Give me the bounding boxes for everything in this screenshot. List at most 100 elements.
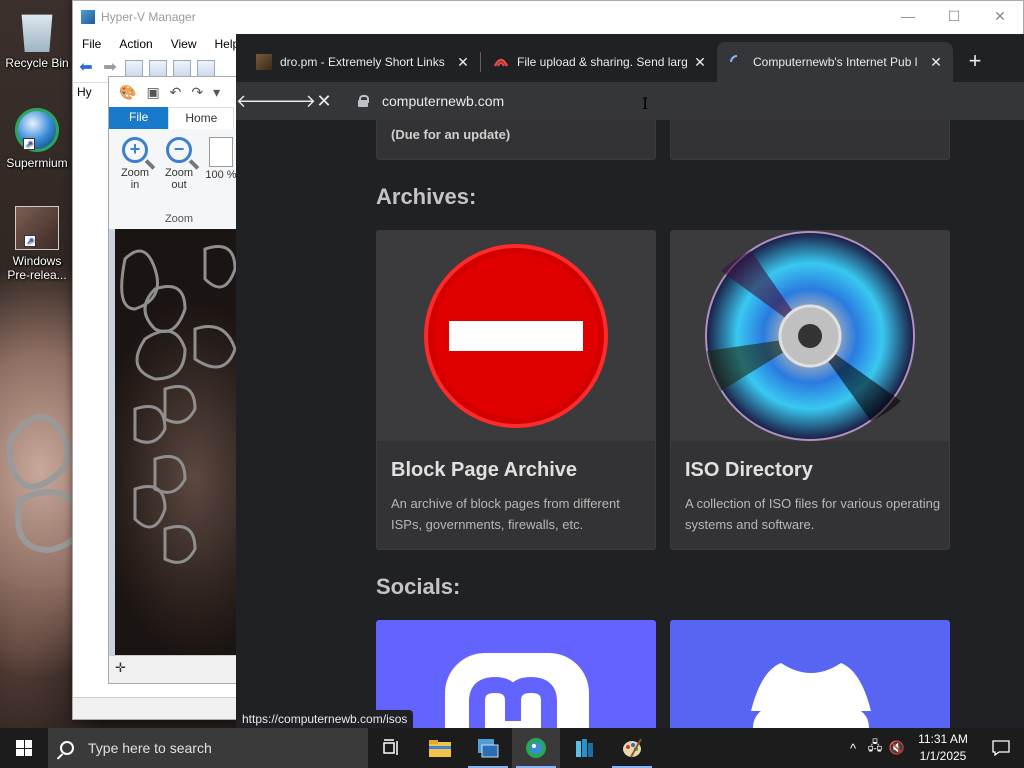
- upload-favicon: [493, 54, 509, 70]
- window-controls: — ☐ ✕: [885, 1, 1023, 31]
- new-tab-button[interactable]: +: [961, 48, 989, 76]
- action-center-button[interactable]: [978, 740, 1024, 756]
- shortcut-arrow-icon: ↗: [23, 138, 35, 150]
- windows-logo-icon: [16, 740, 32, 756]
- maximize-button[interactable]: ☐: [931, 1, 977, 31]
- undo-icon[interactable]: ↶: [170, 84, 182, 101]
- taskbar-clock[interactable]: 11:31 AM 1/1/2025: [908, 731, 978, 765]
- task-view-icon: [383, 739, 398, 755]
- zoom-100-button[interactable]: 100 %: [203, 137, 239, 181]
- desktop-icon-recycle-bin[interactable]: Recycle Bin: [4, 8, 70, 70]
- previous-card-2[interactable]: [670, 120, 950, 160]
- card-title: Block Page Archive: [391, 459, 578, 481]
- zoom-out-label: Zoom out: [164, 167, 194, 191]
- azure-stack-button[interactable]: [560, 728, 608, 768]
- card-block-page-archive[interactable]: Block Page Archive An archive of block p…: [376, 230, 656, 550]
- redo-icon[interactable]: ↷: [191, 84, 203, 101]
- action-pane-icon[interactable]: [197, 59, 215, 78]
- card-discord[interactable]: [670, 620, 950, 728]
- customize-qa-icon[interactable]: ▾: [213, 84, 220, 101]
- tab-close-icon[interactable]: ✕: [691, 54, 709, 71]
- card-image: [671, 231, 949, 441]
- paint-canvas[interactable]: [115, 229, 245, 657]
- tree-node-label[interactable]: Hy: [77, 85, 92, 99]
- tab-close-icon[interactable]: ✕: [927, 54, 945, 71]
- start-button[interactable]: [0, 728, 48, 768]
- paint-statusbar: ✛: [109, 655, 247, 683]
- notification-icon: [992, 740, 1010, 756]
- cursor-position-icon: ✛: [115, 660, 126, 675]
- desktop-icon-label: Windows Pre-relea...: [7, 254, 67, 282]
- up-folder-icon[interactable]: [125, 59, 143, 78]
- tab-strip: dro.pm - Extremely Short Links ✕ File up…: [236, 34, 1024, 82]
- stop-loading-button[interactable]: ✕: [308, 85, 340, 117]
- supermium-taskbar-button[interactable]: [512, 728, 560, 768]
- address-bar[interactable]: computernewb.com: [348, 86, 1008, 116]
- lock-icon[interactable]: [358, 95, 369, 107]
- taskbar: Type here to search ^ 🖧 🔇 11:31 AM 1/1/2…: [0, 728, 1024, 768]
- forward-button[interactable]: 🡒: [268, 85, 316, 117]
- desktop-icon-supermium[interactable]: ↗ Supermium: [4, 108, 70, 170]
- paint-icon: [623, 738, 642, 758]
- dropm-favicon: [256, 54, 272, 70]
- file-explorer-icon: [429, 740, 451, 757]
- hyperv-tree[interactable]: Hy: [77, 85, 92, 99]
- tab-file[interactable]: File: [109, 107, 169, 129]
- card-iso-directory[interactable]: ISO Directory A collection of ISO files …: [670, 230, 950, 550]
- card-mastodon[interactable]: [376, 620, 656, 728]
- file-explorer-button[interactable]: [416, 728, 464, 768]
- cd-disc-icon: [705, 231, 915, 441]
- mastodon-logo-icon: [445, 653, 589, 728]
- back-arrow-icon[interactable]: ⬅: [77, 59, 95, 78]
- paint-quick-access: 🎨 ▣ ↶ ↷ ▾: [109, 77, 247, 107]
- archives-heading: Archives:: [376, 184, 477, 209]
- hyperv-titlebar[interactable]: Hyper-V Manager: [73, 1, 1023, 33]
- tab-title: File upload & sharing. Send larg: [517, 55, 688, 69]
- desktop-icon-label: Recycle Bin: [5, 56, 69, 70]
- desktop-icon-windows-prerelease[interactable]: ↗ Windows Pre-relea...: [4, 206, 70, 282]
- browser-window[interactable]: dro.pm - Extremely Short Links ✕ File up…: [236, 34, 1024, 728]
- tab-file-upload[interactable]: File upload & sharing. Send larg ✕: [481, 42, 717, 82]
- menu-action[interactable]: Action: [110, 37, 161, 51]
- discord-logo-icon: [751, 663, 871, 728]
- close-button[interactable]: ✕: [977, 1, 1023, 31]
- taskbar-search-box[interactable]: Type here to search: [48, 728, 368, 768]
- volume-muted-icon[interactable]: 🔇: [886, 740, 908, 756]
- socials-heading: Socials:: [376, 574, 461, 599]
- zoom-out-button[interactable]: − Zoom out: [161, 137, 197, 191]
- minimize-button[interactable]: —: [885, 1, 931, 31]
- paint-window[interactable]: 🎨 ▣ ↶ ↷ ▾ File Home + Zoom in − Zoom out…: [108, 76, 248, 684]
- paint-ribbon: + Zoom in − Zoom out 100 % Zoom: [109, 129, 247, 235]
- hyperv-taskbar-button[interactable]: [464, 728, 512, 768]
- loading-spinner-icon: [729, 54, 745, 70]
- menu-view[interactable]: View: [162, 37, 206, 51]
- text-cursor-icon: I: [642, 94, 649, 113]
- paint-taskbar-button[interactable]: [608, 728, 656, 768]
- zoom-in-button[interactable]: + Zoom in: [117, 137, 153, 191]
- system-tray: ^ 🖧 🔇 11:31 AM 1/1/2025: [842, 728, 1024, 768]
- save-icon[interactable]: ▣: [146, 84, 159, 101]
- show-tree-icon[interactable]: [149, 59, 167, 78]
- tab-dropm[interactable]: dro.pm - Extremely Short Links ✕: [244, 42, 480, 82]
- tab-computernewb[interactable]: Computernewb's Internet Pub l ✕: [717, 42, 953, 82]
- zoom-in-icon: +: [122, 137, 148, 163]
- tray-chevron-icon[interactable]: ^: [842, 741, 864, 756]
- search-placeholder: Type here to search: [88, 740, 212, 756]
- menu-file[interactable]: File: [73, 37, 110, 51]
- azure-stack-icon: [576, 739, 593, 757]
- zoom-group-label: Zoom: [164, 213, 194, 225]
- network-icon[interactable]: 🖧: [864, 737, 886, 759]
- hyperv-title: Hyper-V Manager: [101, 10, 196, 24]
- desktop-icon-label: Supermium: [6, 156, 68, 170]
- recycle-bin-icon: [21, 14, 53, 52]
- tab-close-icon[interactable]: ✕: [454, 54, 472, 71]
- forward-arrow-icon[interactable]: ➡: [101, 59, 119, 78]
- previous-card[interactable]: (Due for an update): [376, 120, 656, 160]
- browser-toolbar: 🡐 🡒 ✕ computernewb.com: [236, 82, 1024, 120]
- task-view-button[interactable]: [368, 728, 416, 768]
- tab-home[interactable]: Home: [168, 107, 235, 129]
- page-content[interactable]: (Due for an update) Archives: Block Page…: [236, 120, 1024, 728]
- clock-date: 1/1/2025: [919, 749, 967, 763]
- browser-globe-icon: ↗: [15, 108, 59, 152]
- help-icon[interactable]: [173, 59, 191, 78]
